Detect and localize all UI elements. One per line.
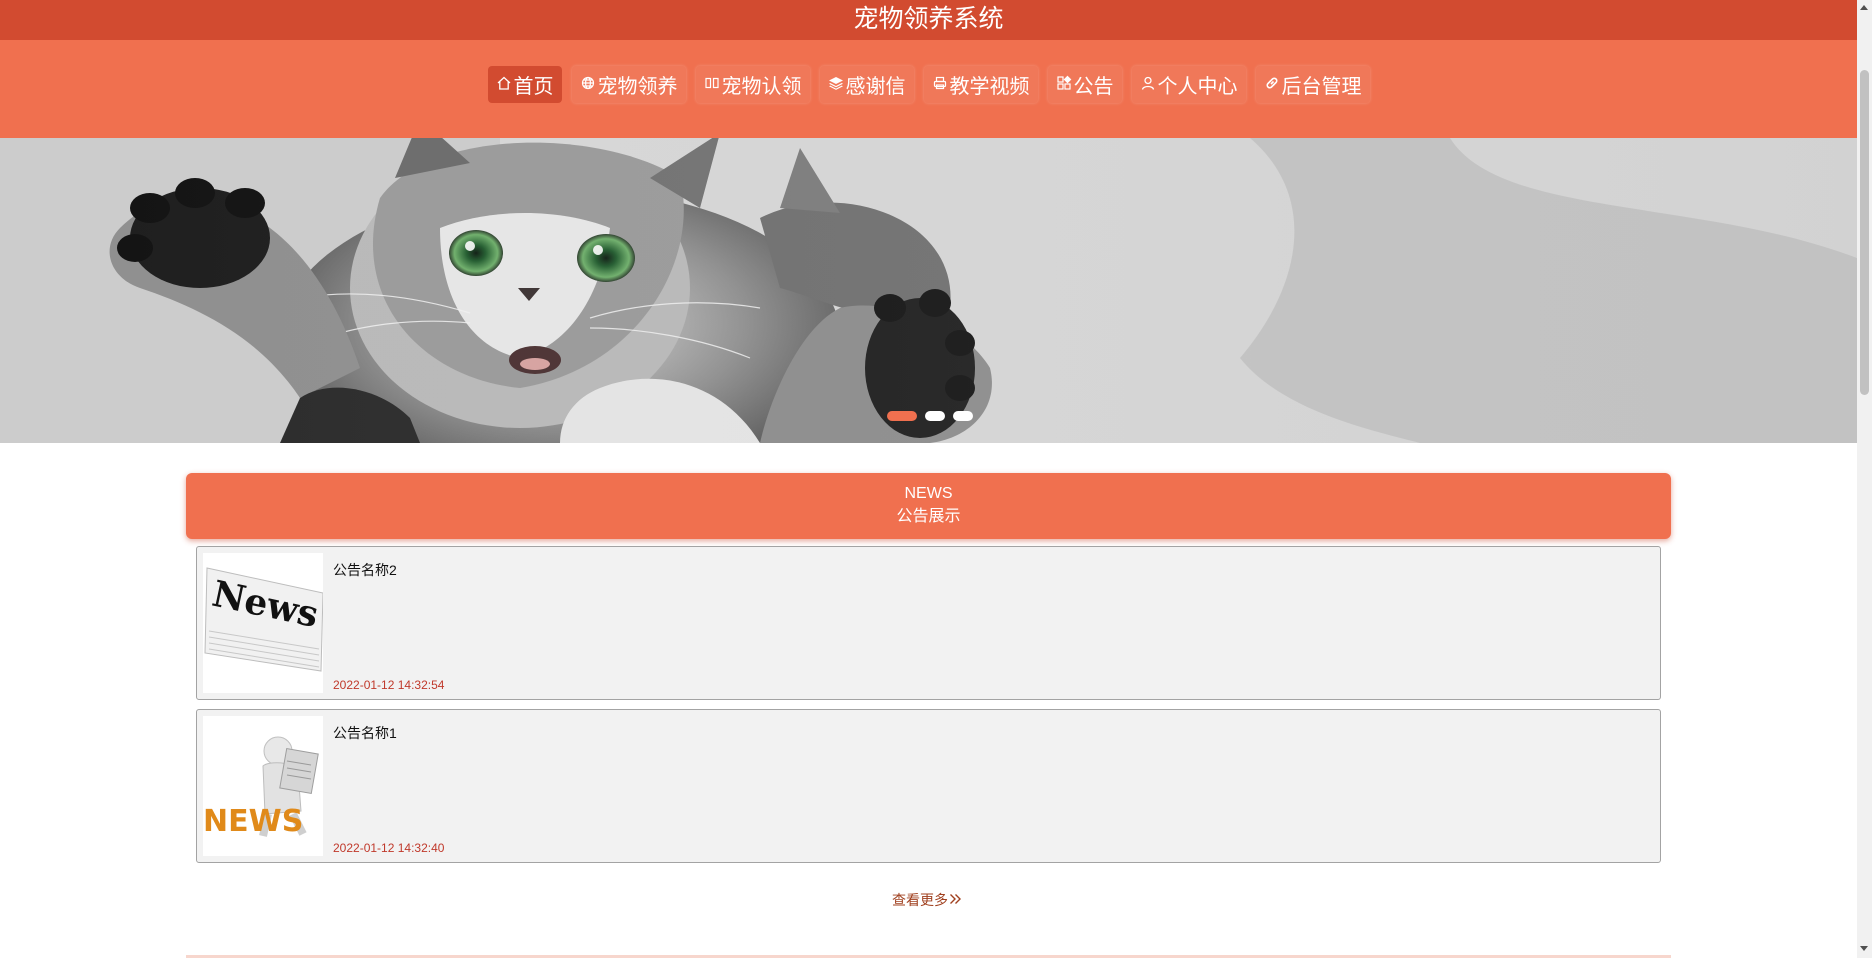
nav-label: 宠物领养 bbox=[597, 73, 678, 98]
main-nav: 首页 宠物领养 宠物认领 感谢信 教学视频 公告 个人中心 后台管理 bbox=[0, 40, 1857, 138]
nav-item-pet-adoption[interactable]: 宠物领养 bbox=[571, 65, 686, 103]
nav-item-teaching-video[interactable]: 教学视频 bbox=[923, 65, 1038, 103]
carousel-dot-2[interactable] bbox=[925, 411, 945, 421]
page: 宠物领养系统 首页 宠物领养 宠物认领 感谢信 教学视频 公告 个人中心 后台管… bbox=[0, 0, 1857, 958]
site-title: 宠物领养系统 bbox=[853, 4, 1004, 33]
news-title-cn: 公告展示 bbox=[896, 508, 961, 525]
link-icon bbox=[1264, 72, 1280, 96]
news-figure-image: NEWS bbox=[203, 716, 323, 856]
scroll-up-arrow-icon[interactable] bbox=[1860, 5, 1868, 10]
news-section-header: NEWS 公告展示 bbox=[186, 473, 1671, 539]
news-item-title: 公告名称2 bbox=[333, 562, 397, 578]
globe-icon bbox=[580, 72, 596, 96]
scroll-down-arrow-icon[interactable] bbox=[1860, 946, 1868, 951]
vertical-scrollbar[interactable] bbox=[1857, 0, 1872, 958]
news-title-en: NEWS bbox=[904, 485, 953, 502]
layers-icon bbox=[828, 72, 844, 96]
carousel-indicators bbox=[887, 411, 973, 421]
nav-item-pet-claim[interactable]: 宠物认领 bbox=[695, 65, 810, 103]
double-chevron-right-icon bbox=[949, 892, 962, 908]
view-more-link[interactable]: 查看更多 bbox=[892, 890, 962, 910]
carousel-dot-3[interactable] bbox=[953, 411, 973, 421]
nav-item-user-center[interactable]: 个人中心 bbox=[1131, 65, 1246, 103]
news-newspaper-image: News bbox=[203, 553, 323, 693]
news-item-date: 2022-01-12 14:32:40 bbox=[333, 841, 445, 855]
nav-item-notice[interactable]: 公告 bbox=[1047, 65, 1122, 103]
news-item[interactable]: News 公告名称2 2022-01-12 14:32:54 bbox=[196, 546, 1661, 700]
news-item-date: 2022-01-12 14:32:54 bbox=[333, 678, 445, 692]
news-item-title: 公告名称1 bbox=[333, 725, 397, 741]
kitten-banner-image bbox=[0, 138, 1857, 443]
nav-label: 感谢信 bbox=[845, 73, 906, 98]
nav-label: 宠物认领 bbox=[721, 73, 802, 98]
apps-icon bbox=[1056, 72, 1072, 96]
home-icon bbox=[496, 72, 512, 96]
view-more-label: 查看更多 bbox=[892, 892, 948, 908]
nav-label: 个人中心 bbox=[1157, 73, 1238, 98]
nav-label: 首页 bbox=[513, 73, 554, 98]
nav-label: 公告 bbox=[1073, 73, 1114, 98]
news-item[interactable]: NEWS 公告名称1 2022-01-12 14:32:40 bbox=[196, 709, 1661, 863]
nav-item-home[interactable]: 首页 bbox=[487, 65, 562, 103]
nav-item-thank-letter[interactable]: 感谢信 bbox=[819, 65, 914, 103]
banner-carousel[interactable] bbox=[0, 138, 1857, 443]
tag-icon bbox=[704, 72, 720, 96]
scrollbar-thumb[interactable] bbox=[1860, 70, 1869, 395]
carousel-dot-1[interactable] bbox=[887, 411, 917, 421]
nav-item-admin[interactable]: 后台管理 bbox=[1255, 65, 1370, 103]
printer-icon bbox=[932, 72, 948, 96]
nav-label: 教学视频 bbox=[949, 73, 1030, 98]
svg-text:NEWS: NEWS bbox=[203, 804, 303, 839]
title-bar: 宠物领养系统 bbox=[0, 0, 1857, 40]
user-icon bbox=[1140, 72, 1156, 96]
nav-label: 后台管理 bbox=[1281, 73, 1362, 98]
